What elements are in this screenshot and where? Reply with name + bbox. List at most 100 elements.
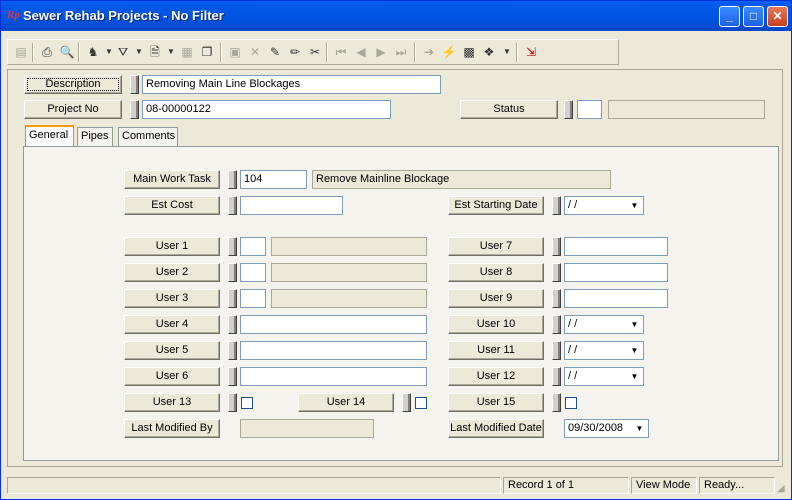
user12-button[interactable]: User 12 [448, 367, 544, 386]
user1-button[interactable]: User 1 [124, 237, 220, 256]
est-cost-marker[interactable] [228, 196, 237, 215]
user3-marker[interactable] [228, 289, 237, 308]
last-record-icon[interactable]: ⏭ [392, 43, 410, 61]
maximize-button[interactable]: □ [743, 6, 764, 27]
user7-field[interactable] [564, 237, 668, 256]
user13-marker[interactable] [228, 393, 237, 412]
user10-combo[interactable]: / / ▼ [564, 315, 644, 334]
user2-button[interactable]: User 2 [124, 263, 220, 282]
last-modified-date-combo[interactable]: 09/30/2008 ▼ [564, 419, 649, 438]
description-marker[interactable] [130, 75, 139, 94]
est-starting-date-combo[interactable]: / / ▼ [564, 196, 644, 215]
user8-marker[interactable] [552, 263, 561, 282]
user11-combo[interactable]: / / ▼ [564, 341, 644, 360]
prev-record-icon[interactable]: ◀ [352, 43, 370, 61]
user6-button[interactable]: User 6 [124, 367, 220, 386]
tab-comments[interactable]: Comments [118, 127, 178, 146]
user6-marker[interactable] [228, 367, 237, 386]
delete-icon[interactable]: ✕ [246, 43, 264, 61]
tab-general[interactable]: General [25, 125, 74, 147]
user3-button[interactable]: User 3 [124, 289, 220, 308]
status-button[interactable]: Status [460, 100, 558, 119]
close-button[interactable]: ✕ [767, 6, 788, 27]
calculator-icon[interactable]: ▩ [460, 43, 478, 61]
project-no-field[interactable]: 08-00000122 [142, 100, 391, 119]
form-icon[interactable]: ▤ [12, 43, 30, 61]
print-preview-icon[interactable]: 🔍 [58, 43, 76, 61]
spell-check-icon[interactable]: ✎ [266, 43, 284, 61]
user8-button[interactable]: User 8 [448, 263, 544, 282]
tab-pipes[interactable]: Pipes [77, 127, 113, 146]
est-cost-field[interactable] [240, 196, 343, 215]
next-record-icon[interactable]: ▶ [372, 43, 390, 61]
user12-marker[interactable] [552, 367, 561, 386]
user14-button[interactable]: User 14 [298, 393, 394, 412]
cut-icon[interactable]: ✂ [306, 43, 324, 61]
resize-grip-icon[interactable]: ◢ [777, 483, 785, 494]
user4-field[interactable] [240, 315, 427, 334]
properties-icon[interactable]: ▦ [178, 43, 196, 61]
save-icon[interactable]: ▣ [226, 43, 244, 61]
user3-code-field[interactable] [240, 289, 266, 308]
user2-marker[interactable] [228, 263, 237, 282]
user5-field[interactable] [240, 341, 427, 360]
main-work-task-code-field[interactable]: 104 [240, 170, 307, 189]
user14-marker[interactable] [402, 393, 411, 412]
chevron-down-icon[interactable]: ▼ [627, 369, 642, 384]
user12-value: / / [568, 370, 578, 382]
main-work-task-button[interactable]: Main Work Task [124, 170, 220, 189]
user14-checkbox[interactable] [415, 397, 427, 409]
est-starting-date-button[interactable]: Est Starting Date [448, 196, 544, 215]
user9-marker[interactable] [552, 289, 561, 308]
palette-icon[interactable]: ❖ [480, 43, 498, 61]
user1-marker[interactable] [228, 237, 237, 256]
user6-field[interactable] [240, 367, 427, 386]
est-cost-button[interactable]: Est Cost [124, 196, 220, 215]
user10-marker[interactable] [552, 315, 561, 334]
user1-code-field[interactable] [240, 237, 266, 256]
description-button[interactable]: Description [24, 75, 122, 94]
chevron-down-icon[interactable]: ▼ [632, 421, 647, 436]
description-field[interactable]: Removing Main Line Blockages [142, 75, 441, 94]
edit-pencil-icon[interactable]: ✏ [286, 43, 304, 61]
user12-combo[interactable]: / / ▼ [564, 367, 644, 386]
chevron-down-icon[interactable]: ▼ [627, 198, 642, 213]
chevron-down-icon[interactable]: ▼ [627, 317, 642, 332]
goto-icon[interactable]: ➔ [420, 43, 438, 61]
user15-marker[interactable] [552, 393, 561, 412]
last-modified-by-button[interactable]: Last Modified By [124, 419, 220, 438]
user4-marker[interactable] [228, 315, 237, 334]
main-work-task-marker[interactable] [228, 170, 237, 189]
user5-marker[interactable] [228, 341, 237, 360]
user7-marker[interactable] [552, 237, 561, 256]
user13-button[interactable]: User 13 [124, 393, 220, 412]
user8-field[interactable] [564, 263, 668, 282]
user11-marker[interactable] [552, 341, 561, 360]
user5-button[interactable]: User 5 [124, 341, 220, 360]
exit-icon[interactable]: ⇲ [522, 43, 540, 61]
user15-button[interactable]: User 15 [448, 393, 544, 412]
mode-indicator: View Mode [631, 477, 697, 494]
palette-dropdown-icon[interactable]: ▼ [498, 43, 516, 61]
status-code-field[interactable] [577, 100, 602, 119]
user9-button[interactable]: User 9 [448, 289, 544, 308]
user7-button[interactable]: User 7 [448, 237, 544, 256]
project-no-marker[interactable] [130, 100, 139, 119]
lightning-icon[interactable]: ⚡ [440, 43, 458, 61]
user2-code-field[interactable] [240, 263, 266, 282]
print-icon[interactable]: ⎙ [38, 43, 56, 61]
user4-button[interactable]: User 4 [124, 315, 220, 334]
user15-checkbox[interactable] [565, 397, 577, 409]
user13-checkbox[interactable] [241, 397, 253, 409]
user9-field[interactable] [564, 289, 668, 308]
project-no-button[interactable]: Project No [24, 100, 122, 119]
last-modified-date-button[interactable]: Last Modified Date [448, 419, 544, 438]
minimize-button[interactable]: _ [719, 6, 740, 27]
user10-button[interactable]: User 10 [448, 315, 544, 334]
first-record-icon[interactable]: ⏮ [332, 43, 350, 61]
user11-button[interactable]: User 11 [448, 341, 544, 360]
est-starting-date-marker[interactable] [552, 196, 561, 215]
copy-form-icon[interactable]: ❐ [198, 43, 216, 61]
chevron-down-icon[interactable]: ▼ [627, 343, 642, 358]
status-marker[interactable] [564, 100, 573, 119]
